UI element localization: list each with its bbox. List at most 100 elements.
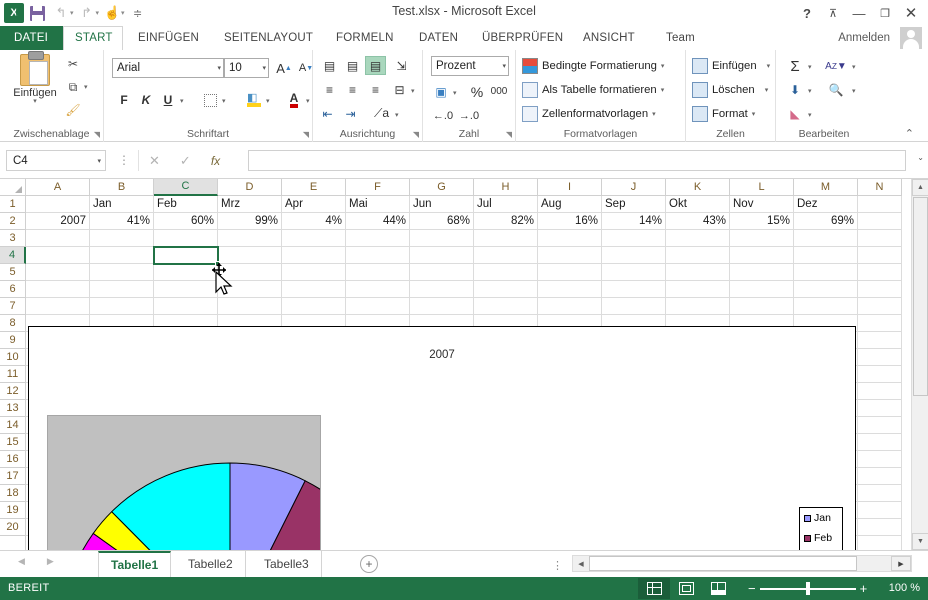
add-sheet-button[interactable]: + — [360, 555, 378, 573]
cell-A1[interactable] — [26, 196, 90, 213]
column-header-k[interactable]: K — [666, 179, 730, 196]
cell-L2[interactable]: 15% — [730, 213, 794, 230]
number-format-select[interactable]: Prozent ▾ — [431, 56, 509, 76]
cell-styles-button[interactable]: Zellenformatvorlagen ▾ — [522, 106, 656, 122]
zoom-in-button[interactable]: + — [860, 581, 868, 596]
cell-D2[interactable]: 99% — [218, 213, 282, 230]
cell-J2[interactable]: 14% — [602, 213, 666, 230]
sort-filter-icon[interactable]: A Z ▼ — [824, 56, 848, 76]
cell-M1[interactable]: Dez — [794, 196, 858, 213]
format-cells-dropdown-icon[interactable]: ▾ — [752, 110, 756, 118]
cell-styles-dropdown-icon[interactable]: ▾ — [652, 110, 656, 118]
cell-I1[interactable]: Aug — [538, 196, 602, 213]
cell-F1[interactable]: Mai — [346, 196, 410, 213]
fill-down-icon[interactable]: ⬇ — [784, 80, 806, 100]
chart-object[interactable]: 2007 JanFebMrzAprMaiJun — [28, 326, 856, 550]
row-header-18[interactable]: 18 — [0, 485, 26, 502]
font-family-dropdown-icon[interactable]: ▾ — [217, 64, 221, 72]
row-header-14[interactable]: 14 — [0, 417, 26, 434]
minimize-icon[interactable]: — — [846, 2, 872, 24]
format-as-table-button[interactable]: Als Tabelle formatieren ▾ — [522, 82, 664, 98]
insert-function-icon[interactable]: fx — [211, 154, 220, 168]
tab-datei[interactable]: DATEI — [0, 26, 63, 50]
tab-seitenlayout[interactable]: SEITENLAYOUT — [213, 26, 324, 50]
scroll-left-icon[interactable]: ◀ — [573, 556, 589, 571]
underline-dropdown-icon[interactable]: ▾ — [180, 97, 184, 105]
vertical-scrollbar[interactable]: ▲ ▼ — [911, 179, 928, 550]
column-header-g[interactable]: G — [410, 179, 474, 196]
align-right-icon[interactable]: ≡ — [365, 80, 386, 99]
row-header-7[interactable]: 7 — [0, 298, 26, 315]
scroll-right-icon[interactable]: ▶ — [891, 556, 911, 571]
fill-dropdown-icon[interactable]: ▾ — [808, 87, 812, 95]
number-format-dropdown-icon[interactable]: ▾ — [502, 62, 506, 70]
fill-handle[interactable] — [215, 261, 220, 266]
align-bottom-icon[interactable]: ▤ — [365, 56, 386, 75]
column-header-a[interactable]: A — [26, 179, 90, 196]
legend-item-jan[interactable]: Jan — [800, 508, 842, 528]
tab-split-handle[interactable]: ⋮ — [552, 559, 563, 572]
sheet-tab-tabelle2[interactable]: Tabelle2 — [176, 551, 246, 577]
row-header-9[interactable]: 9 — [0, 332, 26, 349]
autosum-icon[interactable]: Σ — [784, 56, 806, 76]
cell-M2[interactable]: 69% — [794, 213, 858, 230]
row-header-17[interactable]: 17 — [0, 468, 26, 485]
font-size-dropdown-icon[interactable]: ▾ — [262, 64, 266, 72]
underline-button[interactable]: U — [158, 90, 178, 110]
tab-start[interactable]: START — [63, 26, 123, 50]
align-middle-icon[interactable]: ▤ — [342, 56, 363, 75]
chart-legend[interactable]: JanFebMrzAprMaiJun — [799, 507, 843, 550]
tab-daten[interactable]: DATEN — [408, 26, 469, 50]
column-header-i[interactable]: I — [538, 179, 602, 196]
insert-cells-button[interactable]: Einfügen ▾ — [692, 58, 770, 74]
scroll-up-icon[interactable]: ▲ — [912, 179, 928, 196]
scroll-down-icon[interactable]: ▼ — [912, 533, 928, 550]
row-header-13[interactable]: 13 — [0, 400, 26, 417]
tab-einfuegen[interactable]: EINFÜGEN — [127, 26, 210, 50]
row-header-3[interactable]: 3 — [0, 230, 26, 247]
cell-A2[interactable]: 2007 — [26, 213, 90, 230]
name-box-dropdown-icon[interactable]: ▾ — [97, 157, 101, 165]
bold-button[interactable]: F — [114, 90, 134, 110]
zoom-slider[interactable]: − + — [748, 578, 878, 599]
formula-input[interactable] — [248, 150, 906, 171]
row-header-19[interactable]: 19 — [0, 502, 26, 519]
comma-style-icon[interactable]: 000 — [487, 82, 511, 101]
text-orientation-icon[interactable]: ⟋a — [371, 104, 392, 123]
sort-filter-dropdown-icon[interactable]: ▾ — [852, 63, 856, 71]
format-painter-icon[interactable]: 🖌 — [62, 100, 84, 120]
page-break-view-button[interactable] — [702, 578, 734, 599]
copy-dropdown-icon[interactable]: ▾ — [84, 83, 88, 91]
column-header-d[interactable]: D — [218, 179, 282, 196]
conditional-formatting-button[interactable]: Bedingte Formatierung ▾ — [522, 58, 664, 74]
zoom-out-button[interactable]: − — [748, 581, 756, 596]
clipboard-dialog-launcher[interactable]: ◥ — [94, 130, 100, 139]
row-header-12[interactable]: 12 — [0, 383, 26, 400]
accounting-dropdown-icon[interactable]: ▾ — [453, 89, 457, 97]
avatar[interactable] — [900, 27, 922, 49]
cell-G2[interactable]: 68% — [410, 213, 474, 230]
page-layout-view-button[interactable] — [670, 578, 702, 599]
delete-cells-button[interactable]: Löschen ▾ — [692, 82, 768, 98]
cell-G1[interactable]: Jun — [410, 196, 474, 213]
column-header-c[interactable]: C — [154, 179, 218, 196]
cut-icon[interactable]: ✂ — [62, 54, 84, 74]
font-color-dropdown-icon[interactable]: ▾ — [306, 97, 310, 105]
row-header-2[interactable]: 2 — [0, 213, 26, 230]
cell-K2[interactable]: 43% — [666, 213, 730, 230]
insert-cells-dropdown-icon[interactable]: ▾ — [767, 62, 771, 70]
decrease-indent-icon[interactable]: ⇤ — [317, 104, 338, 123]
row-header-8[interactable]: 8 — [0, 315, 26, 332]
tab-formeln[interactable]: FORMELN — [325, 26, 405, 50]
row-header-1[interactable]: 1 — [0, 196, 26, 213]
fill-color-dropdown-icon[interactable]: ▾ — [266, 97, 270, 105]
font-dialog-launcher[interactable]: ◥ — [303, 130, 309, 139]
normal-view-button[interactable] — [638, 578, 670, 599]
cell-B1[interactable]: Jan — [90, 196, 154, 213]
font-size-input[interactable]: 10 ▾ — [224, 58, 269, 78]
cell-E2[interactable]: 4% — [282, 213, 346, 230]
increase-indent-icon[interactable]: ⇥ — [340, 104, 361, 123]
cell-C1[interactable]: Feb — [154, 196, 218, 213]
enter-icon[interactable]: ✓ — [180, 153, 191, 169]
format-cells-button[interactable]: Format ▾ — [692, 106, 755, 122]
